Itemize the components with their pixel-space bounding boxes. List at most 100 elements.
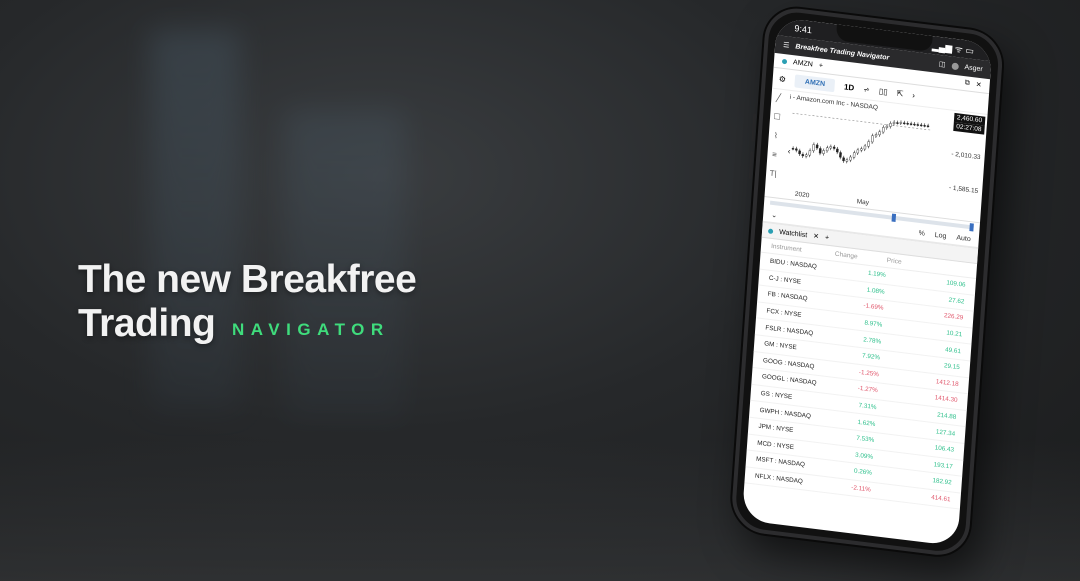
candle-body: [849, 156, 852, 161]
candle-body: [798, 150, 801, 155]
range-handle-right[interactable]: [969, 223, 974, 232]
candle-body: [889, 123, 892, 127]
candle-body: [860, 148, 863, 151]
user-avatar[interactable]: [951, 61, 959, 70]
candle-body: [863, 145, 867, 150]
watchlist-change: 7.31%: [858, 402, 877, 412]
close-icon[interactable]: ✕: [975, 80, 981, 89]
cursor-icon[interactable]: ⇱: [896, 88, 903, 98]
percent-scale-button[interactable]: %: [918, 229, 925, 237]
phone-screen: 9:41 ▂▄▆ ᯤ ▭ ☰ Breakfree Trading Navigat…: [741, 17, 993, 547]
candle-body: [878, 131, 881, 136]
candle-body: [801, 153, 805, 157]
chevron-right-icon[interactable]: ›: [912, 90, 915, 99]
candle-body: [795, 148, 798, 151]
candle-body: [839, 152, 842, 158]
candle-body: [812, 144, 816, 152]
candle-body: [836, 148, 839, 153]
phone-mockup: 9:41 ▂▄▆ ᯤ ▭ ☰ Breakfree Trading Navigat…: [730, 4, 1042, 567]
watchlist-change: -1.69%: [863, 302, 884, 313]
indicators-icon[interactable]: ⩫: [863, 84, 870, 94]
candle-body: [856, 149, 860, 154]
status-time: 9:41: [794, 23, 813, 36]
phone-volume-button: [751, 113, 757, 142]
tab-status-dot: [767, 227, 774, 234]
watchlist-change: 1.62%: [857, 418, 876, 428]
candle-body: [892, 121, 896, 125]
tab-amzn[interactable]: AMZN: [793, 59, 813, 68]
watchlist-change: 0.26%: [853, 467, 873, 478]
watchlist-change: 7.53%: [856, 435, 875, 445]
candle-body: [829, 146, 833, 149]
candle-body: [825, 147, 829, 152]
column-header[interactable]: Change: [835, 250, 887, 263]
hero-subhead: NAVIGATOR: [232, 320, 390, 339]
watchlist-change: 8.97%: [864, 319, 883, 329]
interval-button[interactable]: 1D: [844, 82, 855, 92]
watchlist-change: 1.08%: [866, 286, 885, 296]
watchlist-symbol: NFLX : NASDAQ: [754, 472, 804, 486]
chevron-down-icon[interactable]: ⌄: [771, 211, 777, 220]
candle-body: [845, 159, 849, 162]
candle-body: [808, 150, 812, 156]
background-light-beam: [150, 30, 240, 410]
candle-body: [885, 125, 889, 129]
column-header[interactable]: Price: [887, 257, 902, 266]
candle-body: [913, 123, 916, 126]
price-level-label: - 1,585.15: [948, 184, 979, 195]
candle-body: [916, 124, 920, 126]
candle-body: [906, 122, 909, 125]
restore-icon[interactable]: ⧉: [964, 79, 970, 88]
candle-body: [822, 150, 825, 154]
candle-body: [804, 154, 808, 157]
candle-body: [926, 125, 930, 128]
candle-body: [899, 122, 903, 124]
candle-body: [791, 147, 795, 150]
candlestick-series: [791, 112, 933, 164]
fib-tool-icon[interactable]: ≡: [772, 150, 777, 160]
candle-body: [818, 148, 822, 154]
watchlist-change: 3.09%: [854, 451, 874, 461]
candle-body: [870, 135, 874, 143]
auto-scale-button[interactable]: Auto: [956, 234, 971, 243]
watchlist-change: -2.11%: [850, 484, 871, 494]
drawing-tools: ╱ ☐ ⌇ ≡ T|: [765, 89, 786, 198]
tab-status-dot: [781, 58, 788, 64]
watchlist-change: 7.92%: [861, 352, 881, 362]
add-tab-button[interactable]: +: [825, 234, 830, 241]
candle-body: [832, 146, 836, 149]
watchlist-change: 1.19%: [867, 270, 886, 280]
menu-icon[interactable]: ☰: [783, 41, 790, 50]
user-name[interactable]: Asger: [964, 64, 983, 73]
candle-body: [815, 144, 819, 149]
candle-body: [903, 122, 906, 125]
candles-icon[interactable]: ▯▯: [879, 86, 888, 96]
x-axis-label: 2020: [794, 190, 810, 200]
watchlist-change: -1.27%: [857, 385, 878, 395]
x-axis-label: May: [856, 198, 870, 207]
brush-tool-icon[interactable]: ⌇: [774, 131, 779, 140]
price-level-label: - 2,010.33: [951, 150, 981, 162]
text-tool-icon[interactable]: T|: [769, 169, 777, 179]
gear-icon[interactable]: ⚙: [779, 74, 787, 84]
candle-body: [874, 134, 878, 137]
watchlist-change: 2.78%: [863, 336, 882, 346]
rectangle-tool-icon[interactable]: ☐: [773, 112, 781, 122]
close-icon[interactable]: ✕: [813, 232, 819, 241]
layout-icon[interactable]: ◫: [939, 60, 946, 69]
candle-body: [852, 152, 856, 158]
tab-watchlist[interactable]: Watchlist: [779, 228, 808, 238]
trendline-tool-icon[interactable]: ╱: [776, 93, 781, 103]
watchlist-change: -1.25%: [858, 368, 880, 379]
candle-body: [909, 123, 913, 126]
candle-body: [881, 126, 885, 133]
log-scale-button[interactable]: Log: [935, 231, 947, 239]
candle-body: [923, 124, 926, 127]
phone-frame: 9:41 ▂▄▆ ᯤ ▭ ☰ Breakfree Trading Navigat…: [730, 4, 1005, 559]
phone-volume-button: [748, 151, 754, 180]
candle-body: [896, 122, 899, 124]
symbol-search-button[interactable]: AMZN: [794, 73, 836, 92]
range-handle-left[interactable]: [891, 213, 897, 223]
watchlist-rows: BIDU : NASDAQ 1.19% 109.06 C-J : NYSE 1.08% 2…: [744, 252, 977, 510]
candle-body: [919, 124, 923, 127]
